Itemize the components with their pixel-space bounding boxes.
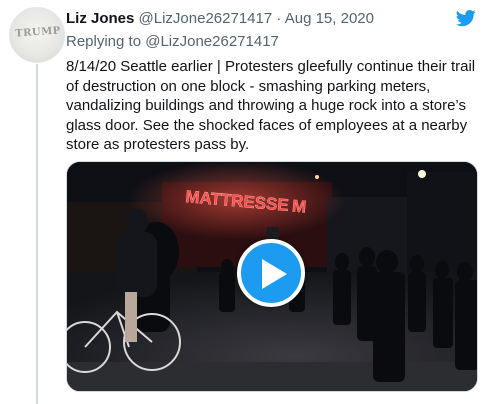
tweet: TRUMP Liz Jones @LizJone26271417 · Aug 1… bbox=[0, 0, 494, 404]
reply-prefix: Replying to bbox=[66, 33, 142, 50]
author-name[interactable]: Liz Jones bbox=[66, 10, 134, 27]
reply-context: Replying to @LizJone26271417 bbox=[66, 33, 279, 51]
tweet-header: Liz Jones @LizJone26271417 · Aug 15, 202… bbox=[66, 10, 454, 28]
video-play-button[interactable] bbox=[237, 239, 305, 307]
header-separator: · bbox=[276, 10, 282, 27]
avatar[interactable]: TRUMP bbox=[9, 7, 65, 63]
tweet-date[interactable]: Aug 15, 2020 bbox=[285, 10, 374, 27]
reply-mention[interactable]: @LizJone26271417 bbox=[145, 33, 279, 50]
play-icon bbox=[262, 259, 287, 289]
avatar-text: TRUMP bbox=[14, 25, 62, 40]
twitter-bird-icon[interactable] bbox=[454, 8, 478, 28]
tweet-text: 8/14/20 Seattle earlier | Protesters gle… bbox=[66, 58, 476, 153]
thread-line bbox=[36, 64, 38, 404]
author-handle[interactable]: @LizJone26271417 bbox=[139, 10, 273, 27]
